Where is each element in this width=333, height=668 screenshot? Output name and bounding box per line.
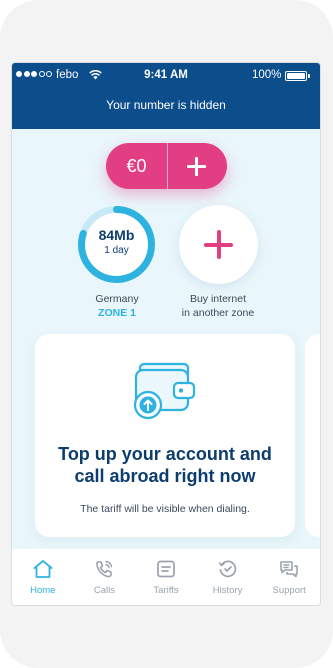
data-remaining-period: 1 day — [104, 245, 129, 256]
tab-home[interactable]: Home — [12, 549, 74, 605]
top-bar: febo 9:41 AM 100% Your number is hidden — [12, 63, 320, 129]
tab-label: History — [212, 585, 243, 596]
hidden-number-notice: Your number is hidden — [106, 98, 226, 112]
data-usage-ring[interactable]: 84Mb 1 day — [77, 205, 156, 284]
phone-frame: febo 9:41 AM 100% Your number is hidden … — [0, 0, 333, 668]
top-up-button[interactable] — [168, 143, 227, 189]
tab-label: Calls — [93, 585, 115, 596]
tariffs-icon — [157, 560, 175, 578]
wallet-top-up-icon — [133, 362, 196, 420]
tab-history[interactable]: History — [197, 549, 259, 605]
support-chat-icon — [280, 561, 298, 578]
balance-pill[interactable]: €0 — [106, 143, 227, 189]
home-icon — [33, 560, 53, 578]
tab-label: Home — [30, 585, 56, 596]
bottom-tab-bar: Home Calls Tariffs History Support — [12, 549, 320, 605]
top-up-promo-card[interactable]: Top up your account and call abroad righ… — [35, 334, 295, 537]
status-bar: febo 9:41 AM 100% — [12, 68, 320, 84]
data-remaining-value: 84Mb — [98, 227, 135, 243]
app-screen: febo 9:41 AM 100% Your number is hidden … — [12, 63, 320, 605]
buy-internet-button[interactable] — [179, 205, 258, 284]
promo-subtitle: The tariff will be visible when dialing. — [80, 503, 250, 515]
tab-label: Tariffs — [153, 585, 179, 596]
history-icon — [218, 560, 236, 578]
promo-title: Top up your account and call abroad righ… — [58, 444, 272, 486]
balance-amount[interactable]: €0 — [106, 143, 167, 189]
tab-label: Support — [272, 585, 306, 596]
buy-internet-label[interactable]: Buy internet in another zone — [158, 292, 278, 320]
tab-tariffs[interactable]: Tariffs — [135, 549, 197, 605]
phone-icon — [96, 560, 113, 578]
tab-calls[interactable]: Calls — [74, 549, 136, 605]
battery-percentage: 100% — [252, 69, 282, 81]
battery-icon — [285, 71, 307, 81]
next-promo-card[interactable] — [305, 334, 320, 537]
tab-support[interactable]: Support — [258, 549, 320, 605]
